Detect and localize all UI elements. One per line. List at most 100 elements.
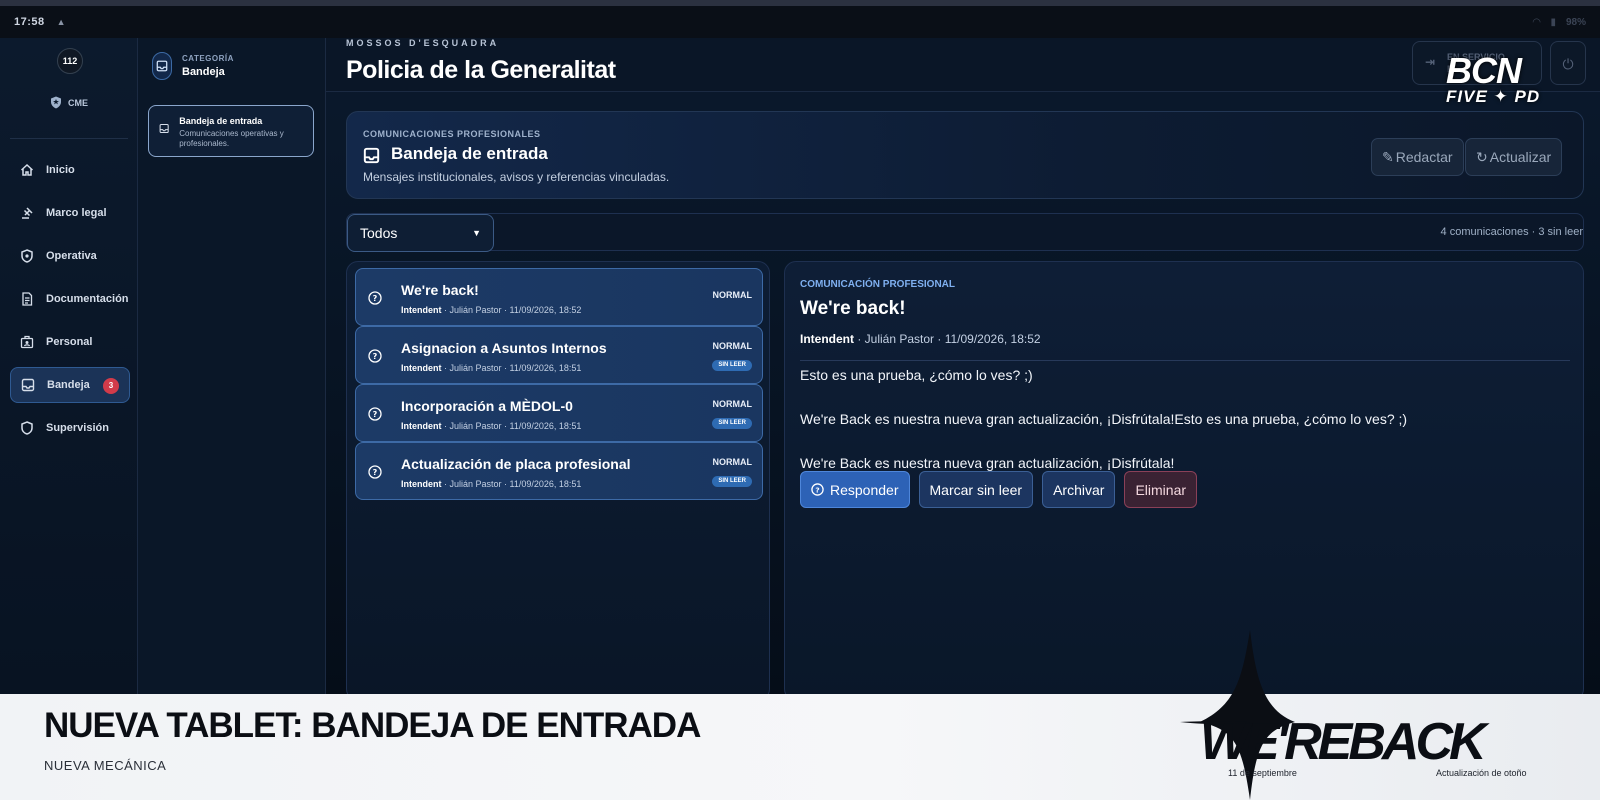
nav-item-documentacion[interactable]: Documentación xyxy=(10,281,130,317)
category-header: CATEGORÍA Bandeja xyxy=(152,52,234,80)
archive-button[interactable]: Archivar xyxy=(1042,471,1116,508)
unread-badge: SIN LEER xyxy=(712,360,752,371)
edit-icon: ✎ xyxy=(1382,148,1394,165)
nav-item-personal[interactable]: Personal xyxy=(10,324,130,360)
message-title: Actualización de placa profesional xyxy=(401,456,631,472)
svg-text:?: ? xyxy=(373,468,378,477)
inbox-description: Mensajes institucionales, avisos y refer… xyxy=(363,170,670,184)
unit-text: CME xyxy=(68,97,88,108)
delete-label: Eliminar xyxy=(1135,481,1187,498)
inbox-title: Bandeja de entrada xyxy=(391,144,548,163)
compose-label: Redactar xyxy=(1395,149,1453,165)
compose-button[interactable]: ✎ Redactar xyxy=(1371,138,1464,176)
unread-count-badge: 3 xyxy=(103,378,119,394)
reply-button[interactable]: ? Responder xyxy=(800,471,910,508)
message-item[interactable]: ? Asignacion a Asuntos Internos Intenden… xyxy=(355,326,763,384)
message-meta: Intendent · Julián Pastor · 11/09/2026, … xyxy=(401,479,581,489)
nav-item-operativa[interactable]: Operativa xyxy=(10,238,130,274)
power-icon: ⏻ xyxy=(1562,56,1574,72)
reply-label: Responder xyxy=(830,481,899,498)
svg-text:?: ? xyxy=(373,352,378,361)
detail-meta: Intendent · Julián Pastor · 11/09/2026, … xyxy=(800,332,1041,346)
message-meta: Intendent · Julián Pastor · 11/09/2026, … xyxy=(401,421,581,431)
brand-line2: FIVE ✦ PD xyxy=(1446,87,1541,106)
unread-badge: SIN LEER xyxy=(712,476,752,487)
nav-item-label: Operativa xyxy=(46,250,97,262)
mark-unread-label: Marcar sin leer xyxy=(929,481,1023,498)
svg-text:?: ? xyxy=(373,410,378,419)
priority-label: NORMAL xyxy=(712,341,753,351)
home-icon xyxy=(20,163,34,176)
detail-body-line: We're Back es nuestra nueva gran actuali… xyxy=(800,411,1408,427)
brand-logo: BCN FIVE ✦ PD xyxy=(1446,50,1541,106)
update-name: Actualización de otoño xyxy=(1436,768,1527,778)
nav-item-label: Marco legal xyxy=(46,207,107,219)
nav-item-marco-legal[interactable]: Marco legal xyxy=(10,195,130,231)
category-title: Bandeja xyxy=(182,66,225,78)
gavel-icon xyxy=(22,207,33,219)
help-circle-icon: ? xyxy=(811,483,824,496)
message-meta: Intendent · Julián Pastor · 11/09/2026, … xyxy=(401,305,581,315)
banner-title: NUEVA TABLET: BANDEJA DE ENTRADA xyxy=(44,706,701,745)
svg-text:?: ? xyxy=(373,294,378,303)
message-rank: Intendent xyxy=(401,305,442,315)
detail-kicker: COMUNICACIÓN PROFESIONAL xyxy=(800,279,955,290)
chevron-down-icon: ▼ xyxy=(472,228,481,238)
help-circle-icon: ? xyxy=(368,349,382,363)
banner-subtitle: NUEVA MECÁNICA xyxy=(44,758,167,773)
tablet-screen: 17:58 ▲ ◠ ▮ 98% 112 CME Inicio Marco leg… xyxy=(0,0,1600,694)
brand-line1: BCN xyxy=(1446,50,1522,91)
refresh-label: Actualizar xyxy=(1489,149,1552,165)
nav-item-label: Bandeja xyxy=(47,379,90,391)
message-sender-date: · Julián Pastor · 11/09/2026, 18:51 xyxy=(441,363,582,373)
status-time: 17:58 xyxy=(14,16,45,28)
inbox-icon xyxy=(159,123,169,134)
alert-triangle-icon: ▲ xyxy=(56,17,66,27)
refresh-button[interactable]: ↻ Actualizar xyxy=(1465,138,1563,176)
message-item[interactable]: ? We're back! Intendent · Julián Pastor … xyxy=(355,268,763,326)
message-title: Asignacion a Asuntos Internos xyxy=(401,340,607,356)
category-kicker: CATEGORÍA xyxy=(182,54,234,63)
message-sender-date: · Julián Pastor · 11/09/2026, 18:52 xyxy=(441,305,582,315)
svg-text:?: ? xyxy=(815,485,819,494)
filter-select[interactable]: Todos ▼ xyxy=(347,214,494,252)
unread-badge: SIN LEER xyxy=(712,418,752,429)
unit-label: CME xyxy=(50,96,88,109)
message-rank: Intendent xyxy=(401,363,442,373)
nav-divider xyxy=(10,138,128,139)
logo-112: 112 xyxy=(57,48,83,74)
nav-item-bandeja[interactable]: Bandeja 3 xyxy=(10,367,130,403)
delete-button[interactable]: Eliminar xyxy=(1124,471,1198,508)
priority-label: NORMAL xyxy=(712,457,753,467)
refresh-icon: ↻ xyxy=(1476,148,1488,165)
nav-item-label: Supervisión xyxy=(46,422,109,434)
battery-level: 98% xyxy=(1565,16,1586,28)
message-item[interactable]: ? Incorporación a MÈDOL-0 Intendent · Ju… xyxy=(355,384,763,442)
shield-star-icon xyxy=(21,249,33,263)
detail-title: We're back! xyxy=(800,298,906,319)
inbox-icon xyxy=(21,378,35,392)
category-panel: CATEGORÍA Bandeja Bandeja de entrada Com… xyxy=(138,38,326,694)
category-item-title: Bandeja de entrada xyxy=(179,116,263,126)
mark-unread-button[interactable]: Marcar sin leer xyxy=(918,471,1034,508)
page-header: MOSSOS D'ESQUADRA Policia de la Generali… xyxy=(326,38,1600,92)
power-button[interactable]: ⏻ xyxy=(1550,41,1586,85)
nav-item-supervision[interactable]: Supervisión xyxy=(10,410,130,446)
detail-body-line: Esto es una prueba, ¿cómo lo ves? ;) xyxy=(800,367,1033,383)
message-sender-date: · Julián Pastor · 11/09/2026, 18:51 xyxy=(441,479,582,489)
inbox-header-card: COMUNICACIONES PROFESIONALES Bandeja de … xyxy=(346,111,1584,199)
status-indicators: ◠ ▮ 98% xyxy=(1533,17,1586,28)
nav-item-label: Personal xyxy=(46,336,93,348)
message-rank: Intendent xyxy=(401,479,442,489)
help-circle-icon: ? xyxy=(368,407,382,421)
nav-item-inicio[interactable]: Inicio xyxy=(10,152,130,188)
detail-rank: Intendent xyxy=(800,332,854,346)
message-sender-date: · Julián Pastor · 11/09/2026, 18:51 xyxy=(441,421,582,431)
main-sidebar: 112 CME Inicio Marco legal Operativa Doc… xyxy=(0,38,138,694)
message-item[interactable]: ? Actualización de placa profesional Int… xyxy=(355,442,763,500)
message-rank: Intendent xyxy=(401,421,442,431)
nav-item-label: Inicio xyxy=(46,164,75,176)
id-badge-icon xyxy=(20,335,34,349)
category-item-bandeja-entrada[interactable]: Bandeja de entrada Comunicaciones operat… xyxy=(148,105,314,157)
detail-actions: ? Responder Marcar sin leer Archivar Eli… xyxy=(800,471,1198,508)
